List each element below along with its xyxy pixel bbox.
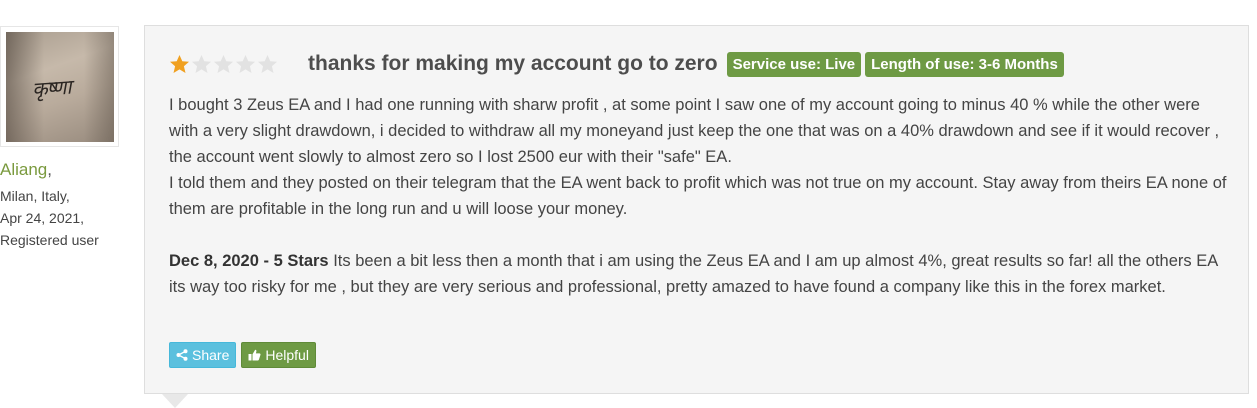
- review-title: thanks for making my account go to zero: [308, 52, 718, 75]
- helpful-label: Helpful: [265, 347, 309, 363]
- tag-service-use: Service use: Live: [726, 51, 862, 77]
- review-header: thanks for making my account go to zero …: [169, 50, 1068, 78]
- reviewer-name-link[interactable]: Aliang: [0, 160, 47, 179]
- tag-length-of-use: Length of use: 3-6 Months: [865, 51, 1064, 77]
- helpful-button[interactable]: Helpful: [241, 342, 316, 368]
- share-icon: [176, 349, 188, 361]
- star-rating: [169, 54, 278, 75]
- reviewer-meta: Milan, Italy, Apr 24, 2021, Registered u…: [0, 185, 99, 251]
- avatar-shadow-right: [84, 32, 114, 142]
- avatar[interactable]: कृष्णा: [6, 32, 114, 142]
- review-actions: Share Helpful: [169, 342, 316, 368]
- review-date: Apr 24, 2021,: [0, 210, 85, 226]
- star-empty-icon: [191, 54, 212, 75]
- thumbs-up-icon: [248, 349, 261, 361]
- star-filled-icon: [169, 54, 190, 75]
- review-body: I bought 3 Zeus EA and I had one running…: [169, 92, 1229, 300]
- update-date: Dec 8, 2020 - 5 Stars: [169, 252, 329, 270]
- review-update: Dec 8, 2020 - 5 Stars Its been a bit les…: [169, 248, 1229, 300]
- reviewer-name-line: Aliang,: [0, 160, 52, 180]
- review-card: thanks for making my account go to zero …: [144, 25, 1249, 394]
- name-comma: ,: [47, 160, 52, 179]
- review-paragraph: I told them and they posted on their tel…: [169, 174, 1227, 218]
- avatar-tattoo-text: कृष्णा: [31, 74, 72, 102]
- star-empty-icon: [235, 54, 256, 75]
- review-paragraph: I bought 3 Zeus EA and I had one running…: [169, 96, 1220, 166]
- share-button[interactable]: Share: [169, 342, 237, 368]
- share-label: Share: [192, 347, 230, 363]
- reviewer-location: Milan, Italy,: [0, 188, 70, 204]
- star-empty-icon: [213, 54, 234, 75]
- reviewer-status: Registered user: [0, 232, 99, 248]
- card-pointer-arrow: [162, 394, 188, 408]
- avatar-frame[interactable]: कृष्णा: [0, 26, 119, 147]
- star-empty-icon: [257, 54, 278, 75]
